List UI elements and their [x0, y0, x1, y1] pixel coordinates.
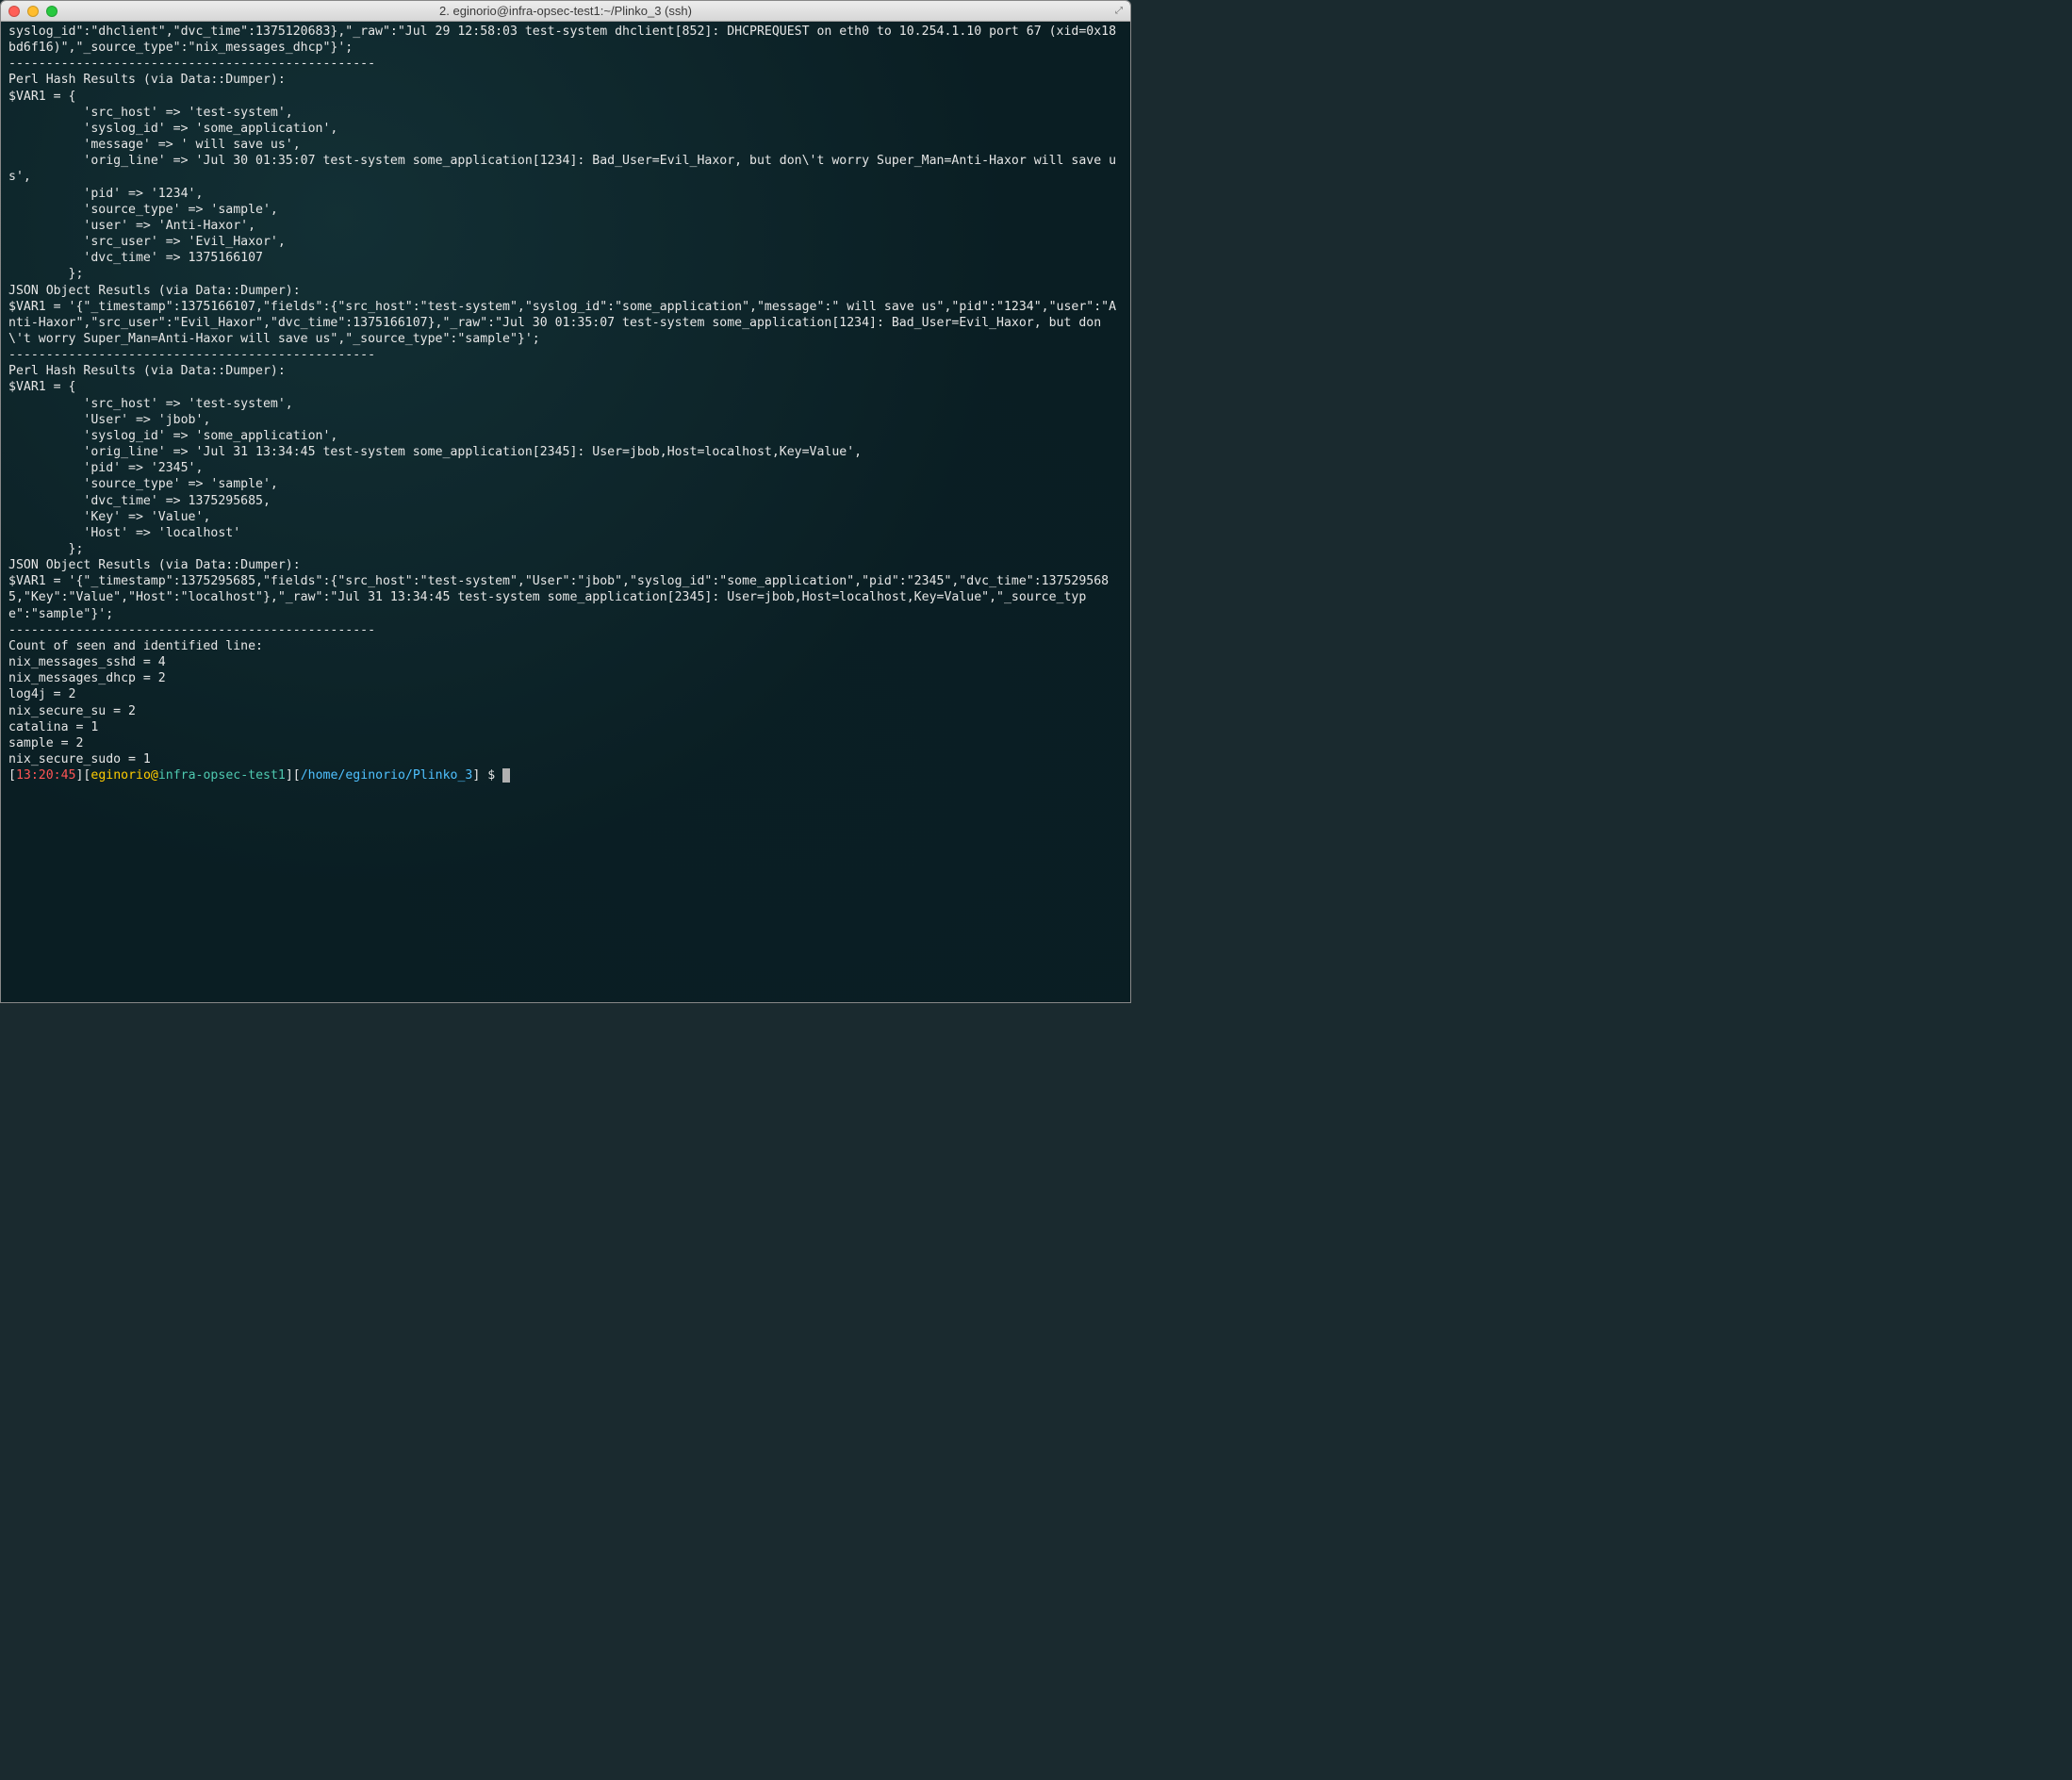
terminal-line: log4j = 2	[8, 686, 1123, 702]
cursor	[502, 768, 510, 783]
terminal-output[interactable]: syslog_id":"dhclient","dvc_time":1375120…	[1, 22, 1130, 1002]
terminal-line: $VAR1 = '{"_timestamp":1375295685,"field…	[8, 573, 1123, 621]
terminal-line: ----------------------------------------…	[8, 56, 1123, 72]
terminal-line: nix_messages_sshd = 4	[8, 654, 1123, 670]
terminal-line: 'source_type' => 'sample',	[8, 202, 1123, 218]
prompt-host: infra-opsec-test1	[158, 768, 286, 783]
terminal-line: $VAR1 = {	[8, 89, 1123, 105]
terminal-line: Count of seen and identified line:	[8, 638, 1123, 654]
terminal-line: 'orig_line' => 'Jul 31 13:34:45 test-sys…	[8, 444, 1123, 460]
terminal-line: 'message' => ' will save us',	[8, 137, 1123, 153]
terminal-line: 'src_host' => 'test-system',	[8, 396, 1123, 412]
terminal-line: nix_messages_dhcp = 2	[8, 670, 1123, 686]
close-window-button[interactable]	[8, 6, 20, 17]
terminal-line: Perl Hash Results (via Data::Dumper):	[8, 72, 1123, 88]
terminal-line: 'syslog_id' => 'some_application',	[8, 428, 1123, 444]
terminal-line: 'src_user' => 'Evil_Haxor',	[8, 234, 1123, 250]
terminal-line: 'syslog_id' => 'some_application',	[8, 121, 1123, 137]
prompt-user: eginorio	[90, 768, 151, 783]
terminal-line: syslog_id":"dhclient","dvc_time":1375120…	[8, 24, 1123, 56]
terminal-line: };	[8, 541, 1123, 557]
terminal-window: 2. eginorio@infra-opsec-test1:~/Plinko_3…	[0, 0, 1131, 1003]
window-titlebar[interactable]: 2. eginorio@infra-opsec-test1:~/Plinko_3…	[1, 1, 1130, 22]
terminal-line: ----------------------------------------…	[8, 622, 1123, 638]
prompt-time: 13:20:45	[16, 768, 76, 783]
terminal-line: JSON Object Resutls (via Data::Dumper):	[8, 557, 1123, 573]
terminal-line: 'user' => 'Anti-Haxor',	[8, 218, 1123, 234]
terminal-line: 'src_host' => 'test-system',	[8, 105, 1123, 121]
terminal-line: sample = 2	[8, 735, 1123, 751]
terminal-line: Perl Hash Results (via Data::Dumper):	[8, 363, 1123, 379]
terminal-line: nix_secure_sudo = 1	[8, 751, 1123, 767]
terminal-line: ----------------------------------------…	[8, 347, 1123, 363]
terminal-line: 'dvc_time' => 1375166107	[8, 250, 1123, 266]
terminal-line: 'Host' => 'localhost'	[8, 525, 1123, 541]
terminal-line: 'Key' => 'Value',	[8, 509, 1123, 525]
terminal-line: 'source_type' => 'sample',	[8, 476, 1123, 492]
traffic-lights	[8, 6, 58, 17]
terminal-line: 'User' => 'jbob',	[8, 412, 1123, 428]
terminal-line: 'orig_line' => 'Jul 30 01:35:07 test-sys…	[8, 153, 1123, 185]
terminal-line: };	[8, 266, 1123, 282]
fullscreen-icon[interactable]: ⤢	[1115, 6, 1123, 16]
terminal-line: JSON Object Resutls (via Data::Dumper):	[8, 283, 1123, 299]
terminal-line: 'pid' => '1234',	[8, 186, 1123, 202]
terminal-line: nix_secure_su = 2	[8, 703, 1123, 719]
prompt-path: /home/eginorio/Plinko_3	[301, 768, 473, 783]
window-title: 2. eginorio@infra-opsec-test1:~/Plinko_3…	[8, 4, 1123, 18]
terminal-line: 'pid' => '2345',	[8, 460, 1123, 476]
prompt-symbol: $	[487, 768, 495, 783]
zoom-window-button[interactable]	[46, 6, 58, 17]
terminal-line: 'dvc_time' => 1375295685,	[8, 493, 1123, 509]
terminal-line: $VAR1 = {	[8, 379, 1123, 395]
shell-prompt[interactable]: [13:20:45][eginorio@infra-opsec-test1][/…	[8, 767, 1123, 783]
terminal-line: catalina = 1	[8, 719, 1123, 735]
terminal-line: $VAR1 = '{"_timestamp":1375166107,"field…	[8, 299, 1123, 347]
minimize-window-button[interactable]	[27, 6, 39, 17]
